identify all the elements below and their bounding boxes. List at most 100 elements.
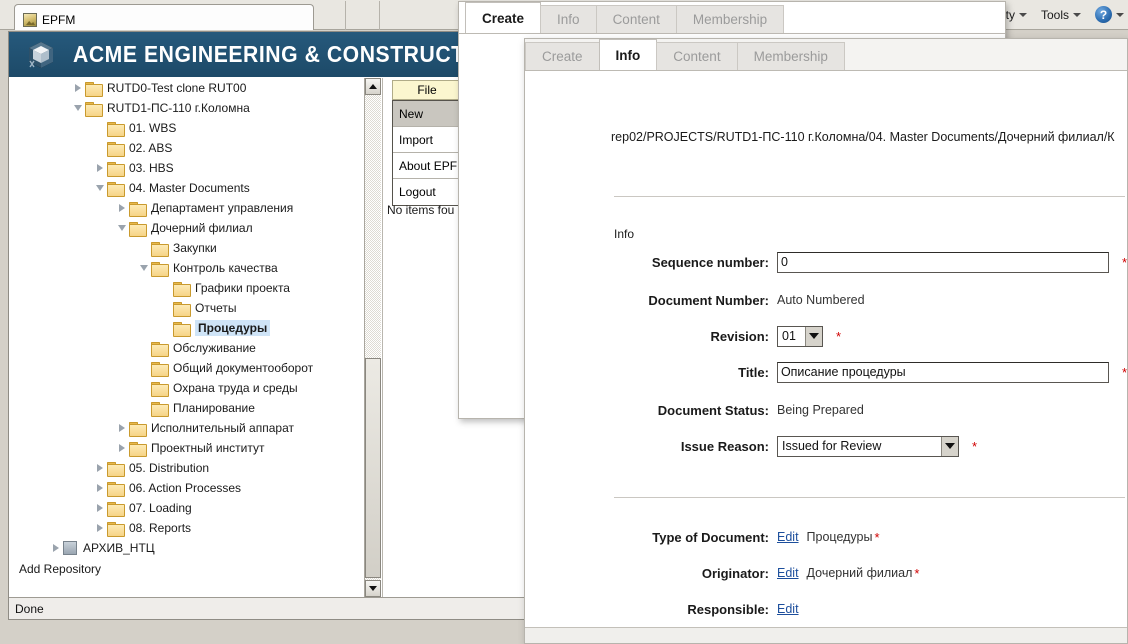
responsible-value: Edit xyxy=(777,602,799,616)
file-menu-button[interactable]: File xyxy=(392,80,462,100)
add-repository-link[interactable]: Add Repository xyxy=(9,558,364,576)
chevron-right-icon[interactable] xyxy=(115,421,129,435)
chevron-down-icon[interactable] xyxy=(93,181,107,195)
file-menu-dropdown[interactable]: New Import About EPF Logout xyxy=(392,100,462,206)
tree-item-01-wbs[interactable]: 01. WBS xyxy=(9,118,364,138)
file-menu-item-import[interactable]: Import xyxy=(393,127,461,153)
chevron-right-icon[interactable] xyxy=(71,81,85,95)
tree-item-03-hbs[interactable]: 03. HBS xyxy=(9,158,364,178)
tree-item-общий-документооборот[interactable]: Общий документооборот xyxy=(9,358,364,378)
required-marker: * xyxy=(1121,364,1127,380)
chevron-right-icon[interactable] xyxy=(115,441,129,455)
chevron-right-icon[interactable] xyxy=(93,161,107,175)
tree-scroll-area[interactable]: RUTD0-Test clone RUT00 RUTD1-ПС-110 г.Кол… xyxy=(9,78,364,597)
tools-menu[interactable]: Tools xyxy=(1041,8,1081,22)
chevron-up-icon xyxy=(369,84,377,89)
tree-item-07-loading[interactable]: 07. Loading xyxy=(9,498,364,518)
originator-edit-link[interactable]: Edit xyxy=(777,566,799,580)
file-menu-item-about-epf[interactable]: About EPF xyxy=(393,153,461,179)
tree-item-04-master-documents[interactable]: 04. Master Documents xyxy=(9,178,364,198)
browser-tab-epfm[interactable]: EPFM xyxy=(14,4,314,30)
folder-icon xyxy=(129,221,147,237)
tree-item-label: RUTD1-ПС-110 г.Коломна xyxy=(107,101,250,115)
tree-vertical-scrollbar[interactable] xyxy=(364,78,381,597)
type-of-document-edit-link[interactable]: Edit xyxy=(777,530,799,544)
chevron-down-icon xyxy=(369,586,377,591)
revision-select[interactable]: 01 xyxy=(777,325,823,347)
chevron-right-icon[interactable] xyxy=(115,201,129,215)
chevron-right-icon[interactable] xyxy=(93,481,107,495)
browser-toolbar: ety Tools ? xyxy=(999,6,1124,23)
folder-icon xyxy=(107,121,125,137)
back-tab-content[interactable]: Content xyxy=(595,5,677,33)
folder-icon xyxy=(151,241,169,257)
title-value: * xyxy=(776,361,1127,383)
dialog-front-body: rep02/PROJECTS/RUTD1-ПС-110 г.Коломна/04… xyxy=(525,72,1127,643)
tab-membership[interactable]: Membership xyxy=(736,42,845,70)
tree-item-02-abs[interactable]: 02. ABS xyxy=(9,138,364,158)
scroll-up-button[interactable] xyxy=(365,78,381,95)
tree-item-проектный-институт[interactable]: Проектный институт xyxy=(9,438,364,458)
tree-item-08-reports[interactable]: 08. Reports xyxy=(9,518,364,538)
folder-icon xyxy=(107,161,125,177)
tree-item-графики-проекта[interactable]: Графики проекта xyxy=(9,278,364,298)
help-menu[interactable]: ? xyxy=(1095,6,1124,23)
tree-item-охрана-труда-и-среды[interactable]: Охрана труда и среды xyxy=(9,378,364,398)
folder-icon xyxy=(107,461,125,477)
title-input[interactable] xyxy=(776,361,1109,383)
file-menu-item-logout[interactable]: Logout xyxy=(393,179,461,205)
tab-create[interactable]: Create xyxy=(525,42,600,70)
tab-info[interactable]: Info xyxy=(598,39,658,70)
chevron-right-icon[interactable] xyxy=(93,501,107,515)
tree-item-архив-нтц[interactable]: АРХИВ_НТЦ xyxy=(9,538,364,558)
dialog-horizontal-scrollbar[interactable] xyxy=(525,627,1127,643)
sequence-number-label: Sequence number: xyxy=(651,254,769,270)
tree-item-планирование[interactable]: Планирование xyxy=(9,398,364,418)
chevron-down-icon[interactable] xyxy=(115,221,129,235)
help-icon: ? xyxy=(1095,6,1112,23)
tree-item-06-action-processes[interactable]: 06. Action Processes xyxy=(9,478,364,498)
tree-item-05-distribution[interactable]: 05. Distribution xyxy=(9,458,364,478)
back-tab-create[interactable]: Create xyxy=(465,2,542,33)
required-marker: * xyxy=(914,565,920,581)
divider-middle xyxy=(614,497,1125,498)
tab-content[interactable]: Content xyxy=(656,42,738,70)
back-tab-info[interactable]: Info xyxy=(540,5,597,33)
chevron-right-icon[interactable] xyxy=(49,541,63,555)
tree-item-rutd1-пс-110-г-коломна[interactable]: RUTD1-ПС-110 г.Коломна xyxy=(9,98,364,118)
scroll-thumb[interactable] xyxy=(365,358,381,578)
tree-item-закупки[interactable]: Закупки xyxy=(9,238,364,258)
back-tab-membership[interactable]: Membership xyxy=(675,5,785,33)
tree-item-label: 02. ABS xyxy=(129,141,173,155)
responsible-edit-link[interactable]: Edit xyxy=(777,602,799,616)
tree-item-обслуживание[interactable]: Обслуживание xyxy=(9,338,364,358)
folder-icon xyxy=(85,81,103,97)
tree-item-отчеты[interactable]: Отчеты xyxy=(9,298,364,318)
tree-item-rutd0-test-clone-rut00[interactable]: RUTD0-Test clone RUT00 xyxy=(9,78,364,98)
chevron-right-icon[interactable] xyxy=(93,521,107,535)
tree-item-label: 06. Action Processes xyxy=(129,481,242,495)
sequence-number-input[interactable] xyxy=(776,251,1109,273)
tree-item-исполнительный-аппарат[interactable]: Исполнительный аппарат xyxy=(9,418,364,438)
section-heading-info: Info xyxy=(614,227,635,241)
tree-item-контроль-качества[interactable]: Контроль качества xyxy=(9,258,364,278)
tree-item-департамент-управления[interactable]: Департамент управления xyxy=(9,198,364,218)
folder-icon xyxy=(129,201,147,217)
issue-reason-select[interactable]: Issued for Review xyxy=(777,435,959,457)
field-row-issue-reason: Issue Reason: Issued for Review * xyxy=(525,434,1127,458)
field-row-responsible: Responsible: Edit xyxy=(525,597,1127,621)
tree-item-дочерний-филиал[interactable]: Дочерний филиал xyxy=(9,218,364,238)
file-menu-button-label: File xyxy=(417,83,437,97)
chevron-right-icon[interactable] xyxy=(93,461,107,475)
file-menu-item-new[interactable]: New xyxy=(393,101,461,127)
chevron-down-icon[interactable] xyxy=(71,101,85,115)
originator-text: Дочерний филиал xyxy=(806,565,913,580)
tree-item-процедуры[interactable]: Процедуры xyxy=(9,318,364,338)
chevron-down-icon[interactable] xyxy=(137,261,151,275)
scroll-down-button[interactable] xyxy=(365,580,381,597)
tree-item-label: Закупки xyxy=(173,241,217,255)
